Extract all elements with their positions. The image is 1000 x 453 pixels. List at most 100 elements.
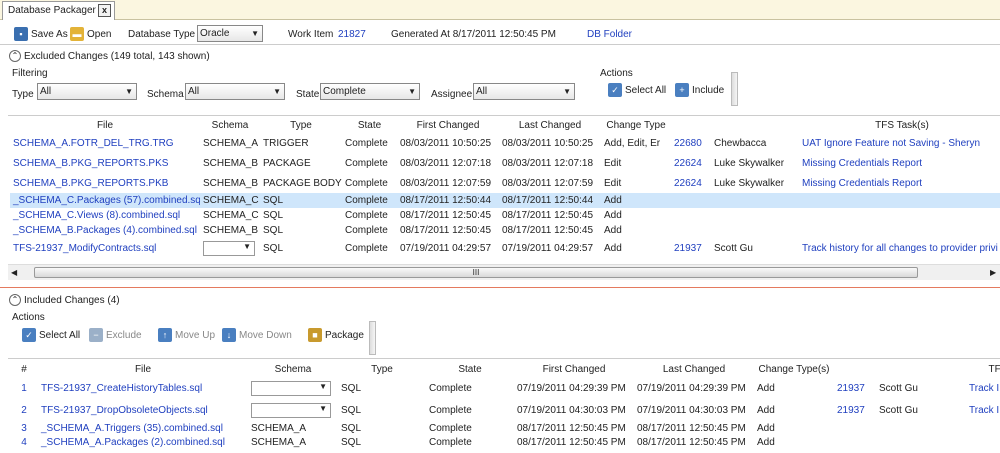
column-header[interactable]: Schema	[200, 117, 260, 133]
table-cell: Complete	[342, 223, 397, 238]
exclude-button[interactable]: − Exclude	[89, 328, 142, 342]
schema-filter-select[interactable]: All ▼	[185, 83, 285, 100]
column-header[interactable]	[671, 117, 711, 133]
task-link[interactable]: Missing Credentials Report	[802, 178, 922, 189]
column-header[interactable]: Last Changed	[499, 117, 601, 133]
column-header[interactable]: Schema	[248, 361, 338, 377]
column-header[interactable]: First Changed	[514, 361, 634, 377]
file-link[interactable]: _SCHEMA_C.Views (8).combined.sql	[13, 210, 180, 221]
table-cell: 1	[10, 377, 38, 399]
file-link[interactable]: SCHEMA_A.FOTR_DEL_TRG.TRG	[13, 138, 174, 149]
column-header[interactable]: Last Changed	[634, 361, 754, 377]
table-row[interactable]: TFS-21937_ModifyContracts.sql ▼ SQL Complet…	[10, 238, 1000, 258]
table-row[interactable]: 1 TFS-21937_CreateHistoryTables.sql ▼ SQL Co…	[10, 377, 1000, 399]
file-link[interactable]: _SCHEMA_A.Triggers (35).combined.sql	[41, 423, 223, 434]
table-row[interactable]: SCHEMA_A.FOTR_DEL_TRG.TRG SCHEMA_A TRIGGER…	[10, 133, 1000, 153]
toolbar-grip[interactable]	[369, 321, 376, 355]
work-item-link[interactable]: 22624	[674, 158, 702, 169]
checkbox-icon: ✓	[22, 328, 36, 342]
column-header[interactable]: First Changed	[397, 117, 499, 133]
cell-text: 08/03/2011 10:50:25	[502, 137, 594, 149]
table-cell: SQL	[260, 208, 342, 223]
work-item-link[interactable]: 21827	[338, 29, 366, 40]
table-cell	[834, 421, 876, 435]
column-header[interactable]	[834, 361, 876, 377]
column-header[interactable]: #	[10, 361, 38, 377]
work-item-link[interactable]: 22624	[674, 178, 702, 189]
work-item-link[interactable]: 22680	[674, 138, 702, 149]
task-link[interactable]: Track history for all changes to provide…	[802, 243, 998, 254]
file-link[interactable]: SCHEMA_B.PKG_REPORTS.PKB	[13, 178, 168, 189]
excluded-expander[interactable]: ⌃ Excluded Changes (149 total, 143 shown…	[9, 50, 210, 62]
table-row[interactable]: 2 TFS-21937_DropObsoleteObjects.sql ▼ SQL Co…	[10, 399, 1000, 421]
select-all-button[interactable]: ✓ Select All	[608, 83, 666, 97]
move-up-button[interactable]: ↑ Move Up	[158, 328, 215, 342]
table-row[interactable]: 4 _SCHEMA_A.Packages (2).combined.sql SCHE…	[10, 435, 1000, 449]
close-icon[interactable]: x	[98, 4, 111, 17]
included-expander[interactable]: ⌃ Included Changes (4)	[9, 294, 120, 306]
column-header[interactable]	[876, 361, 966, 377]
schema-combo[interactable]: ▼	[203, 240, 255, 256]
file-link[interactable]: TFS-21937_ModifyContracts.sql	[13, 243, 156, 254]
move-down-button[interactable]: ↓ Move Down	[222, 328, 292, 342]
tab-database-packager[interactable]: Database Packager x	[2, 1, 115, 20]
column-header[interactable]: Change Type	[601, 117, 671, 133]
table-row[interactable]: _SCHEMA_C.Packages (57).combined.sql SCHE…	[10, 193, 1000, 208]
horizontal-scrollbar[interactable]: ◀ III ▶	[8, 264, 1000, 280]
scroll-left-icon[interactable]: ◀	[11, 268, 17, 277]
file-link[interactable]: _SCHEMA_A.Packages (2).combined.sql	[41, 437, 225, 448]
column-header[interactable]: TFS Task(s)	[799, 117, 1000, 133]
db-folder-link[interactable]: DB Folder	[587, 29, 632, 40]
excluded-header: Excluded Changes (149 total, 143 shown)	[24, 50, 210, 62]
column-header[interactable]: Type	[260, 117, 342, 133]
splitter[interactable]	[0, 287, 1000, 288]
scroll-thumb[interactable]: III	[34, 267, 918, 278]
schema-combo[interactable]: ▼	[251, 402, 331, 418]
work-item-link[interactable]: 21937	[837, 405, 865, 416]
toolbar-grip[interactable]	[731, 72, 738, 106]
included-select-all-button[interactable]: ✓ Select All	[22, 328, 80, 342]
cell-text: 3	[21, 422, 27, 434]
column-header[interactable]: State	[342, 117, 397, 133]
column-header[interactable]: Type	[338, 361, 426, 377]
task-link[interactable]: Track I	[969, 405, 999, 416]
table-cell: Track history for all changes to provide…	[799, 238, 1000, 258]
cell-text: Add, Edit, Er	[604, 137, 661, 149]
task-link[interactable]: Track I	[969, 383, 999, 394]
task-link[interactable]: Missing Credentials Report	[802, 158, 922, 169]
table-cell: 08/17/2011 12:50:45	[499, 223, 601, 238]
column-header[interactable]: File	[10, 117, 200, 133]
column-header[interactable]: Change Type(s)	[754, 361, 834, 377]
table-cell: Add	[754, 435, 834, 449]
file-link[interactable]: TFS-21937_CreateHistoryTables.sql	[41, 383, 202, 394]
package-button[interactable]: ■ Package	[308, 328, 364, 342]
work-item-link[interactable]: 21937	[837, 383, 865, 394]
table-cell: Edit	[601, 173, 671, 193]
file-link[interactable]: SCHEMA_B.PKG_REPORTS.PKS	[13, 158, 168, 169]
open-button[interactable]: ▬ Open	[70, 27, 111, 41]
file-link[interactable]: _SCHEMA_B.Packages (4).combined.sql	[13, 225, 197, 236]
table-row[interactable]: SCHEMA_B.PKG_REPORTS.PKS SCHEMA_B PACKAGE C…	[10, 153, 1000, 173]
table-row[interactable]: _SCHEMA_C.Views (8).combined.sql SCHEMA_C…	[10, 208, 1000, 223]
task-link[interactable]: UAT Ignore Feature not Saving - Sheryn	[802, 138, 980, 149]
include-button[interactable]: + Include	[675, 83, 724, 97]
type-filter-select[interactable]: All ▼	[37, 83, 137, 100]
table-cell: SCHEMA_A	[248, 435, 338, 449]
column-header[interactable]: File	[38, 361, 248, 377]
file-link[interactable]: _SCHEMA_C.Packages (57).combined.sql	[13, 195, 200, 206]
work-item-link[interactable]: 21937	[674, 243, 702, 254]
table-row[interactable]: 3 _SCHEMA_A.Triggers (35).combined.sql SCH…	[10, 421, 1000, 435]
db-type-select[interactable]: Oracle ▼	[197, 25, 263, 42]
assignee-filter-select[interactable]: All ▼	[473, 83, 575, 100]
column-header[interactable]	[711, 117, 799, 133]
table-row[interactable]: _SCHEMA_B.Packages (4).combined.sql SCHEM…	[10, 223, 1000, 238]
column-header[interactable]: TFS	[966, 361, 1000, 377]
save-as-button[interactable]: ▪ Save As	[14, 27, 68, 41]
cell-text: 08/03/2011 12:07:59	[502, 177, 594, 189]
schema-combo[interactable]: ▼	[251, 380, 331, 396]
file-link[interactable]: TFS-21937_DropObsoleteObjects.sql	[41, 405, 208, 416]
state-filter-select[interactable]: Complete ▼	[320, 83, 420, 100]
column-header[interactable]: State	[426, 361, 514, 377]
scroll-right-icon[interactable]: ▶	[990, 268, 996, 277]
table-row[interactable]: SCHEMA_B.PKG_REPORTS.PKB SCHEMA_B PACKAGE …	[10, 173, 1000, 193]
